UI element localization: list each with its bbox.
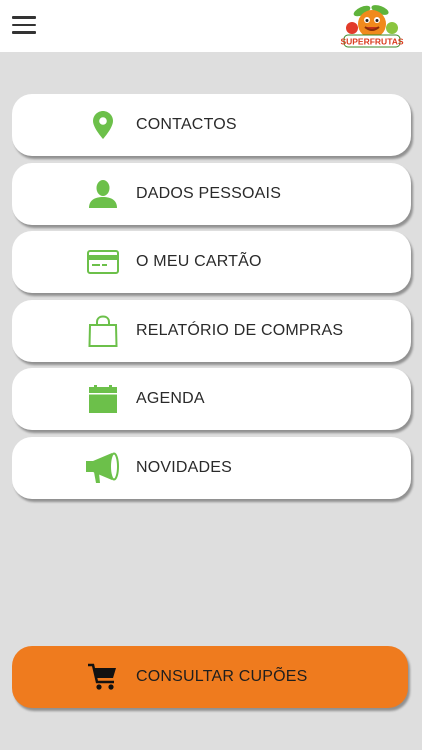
credit-card-icon [86,245,120,279]
menu-item-label: NOVIDADES [136,458,233,476]
superfrutas-logo: SUPERFRUTAS [340,2,404,50]
menu-item-dados-pessoais[interactable]: DADOS PESSOAIS [12,162,411,225]
menu-item-contactos[interactable]: CONTACTOS [12,94,411,156]
menu-item-relatorio-de-compras[interactable]: RELATÓRIO DE COMPRAS [12,299,411,362]
menu-item-o-meu-cartao[interactable]: O MEU CARTÃO [12,231,411,293]
menu-item-label: O MEU CARTÃO [136,253,262,270]
menu-item-novidades[interactable]: NOVIDADES [12,436,411,499]
map-pin-icon [86,108,120,142]
menu-item-label: DADOS PESSOAIS [136,184,282,202]
top-app-bar: SUPERFRUTAS [0,0,422,52]
calendar-icon [86,382,120,416]
main-menu: CONTACTOS DADOS PESSOAIS O MEU CARTÃO RE… [12,94,411,505]
logo-text: SUPERFRUTAS [340,37,403,47]
menu-item-label: AGENDA [136,390,205,407]
consultar-cupoes-label: CONSULTAR CUPÕES [136,668,308,685]
menu-item-agenda[interactable]: AGENDA [12,368,411,430]
menu-item-label: RELATÓRIO DE COMPRAS [136,321,344,339]
megaphone-icon [86,451,120,485]
consultar-cupoes-button[interactable]: CONSULTAR CUPÕES [12,646,408,708]
shopping-cart-icon [86,660,120,694]
menu-item-label: CONTACTOS [136,116,237,133]
shopping-bag-icon [86,314,120,348]
hamburger-icon[interactable] [12,15,36,35]
person-icon [86,177,120,211]
